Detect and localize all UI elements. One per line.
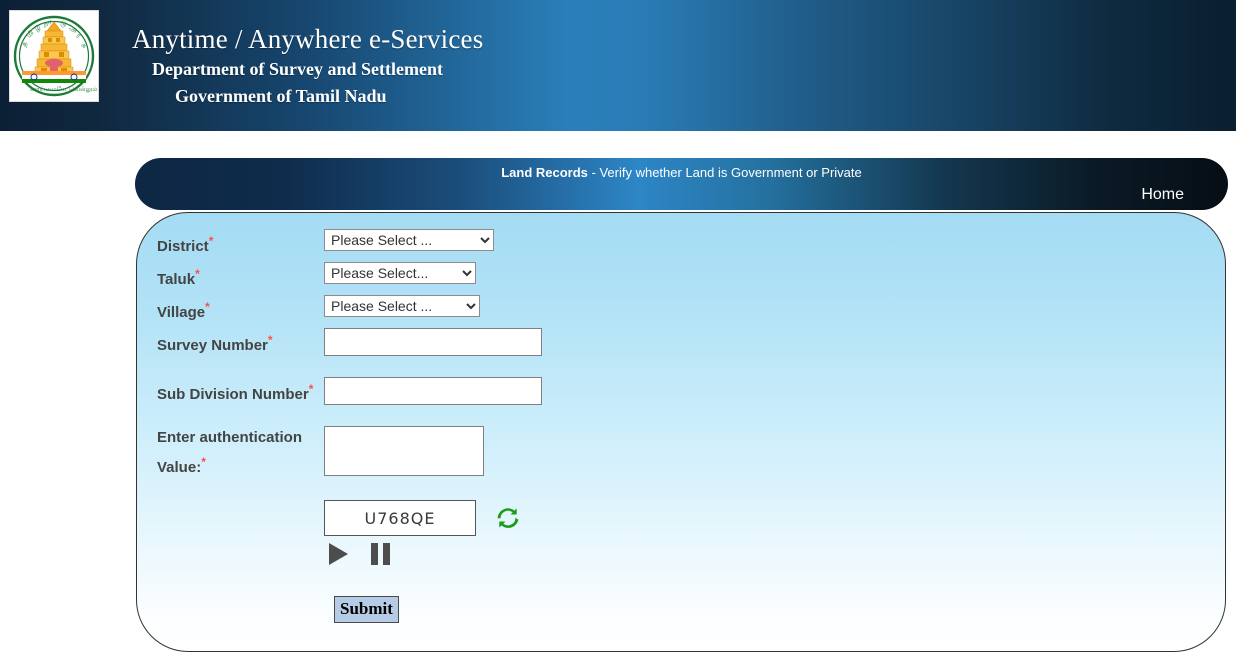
form-row-authentication: Enter authentication Value:* <box>157 425 542 481</box>
emblem-svg: த மி ழ் நா டு அ ர சு வாய்மையே வெல்லும் <box>13 15 98 97</box>
captcha-image: U768QE <box>324 500 476 536</box>
captcha-line: U768QE <box>324 500 520 536</box>
form-row-sub-division-number: Sub Division Number* <box>157 376 542 407</box>
taluk-select[interactable]: Please Select... <box>324 262 476 284</box>
label-sub-division-number-text: Sub Division Number <box>157 386 309 403</box>
svg-text:வாய்மையே வெல்லும்: வாய்மையே வெல்லும் <box>30 85 98 93</box>
required-marker-district: * <box>208 234 214 248</box>
form-row-district: District* Please Select ... <box>157 228 542 259</box>
form-row-taluk: Taluk* Please Select... <box>157 261 542 292</box>
site-subtitle-department: Department of Survey and Settlement <box>152 59 443 79</box>
tamil-nadu-emblem-icon: த மி ழ் நா டு அ ர சு வாய்மையே வெல்லும் <box>9 10 99 102</box>
control-authentication <box>324 425 484 481</box>
captcha-code: U768QE <box>364 508 436 528</box>
pause-bar-right <box>383 543 390 565</box>
control-survey-number <box>324 327 542 356</box>
label-village: Village* <box>157 294 324 325</box>
control-sub-division-number <box>324 376 542 405</box>
village-select[interactable]: Please Select ... <box>324 295 480 317</box>
required-marker-village: * <box>205 300 210 314</box>
label-district: District* <box>157 228 324 259</box>
submit-area: Submit <box>334 596 399 623</box>
required-marker-survey-number: * <box>267 333 273 347</box>
refresh-icon[interactable] <box>496 506 520 530</box>
required-marker-authentication: * <box>201 455 206 469</box>
label-district-text: District <box>157 238 209 255</box>
captcha-audio-controls <box>329 543 520 565</box>
pause-icon[interactable] <box>371 543 390 565</box>
form-row-village: Village* Please Select ... <box>157 294 542 325</box>
label-survey-number: Survey Number* <box>157 327 324 358</box>
control-district: Please Select ... <box>324 228 494 251</box>
district-select[interactable]: Please Select ... <box>324 229 494 251</box>
module-title-strong: Land Records <box>501 165 588 180</box>
survey-number-input[interactable] <box>324 328 542 356</box>
site-title: Anytime / Anywhere e-Services <box>132 24 484 54</box>
label-sub-division-number: Sub Division Number* <box>157 376 324 407</box>
label-taluk-text: Taluk <box>157 271 196 288</box>
home-link[interactable]: Home <box>1141 186 1184 204</box>
module-title-rest: - Verify whether Land is Government or P… <box>587 165 862 180</box>
page-body: Land Records - Verify whether Land is Go… <box>0 131 1236 656</box>
site-subtitle-government: Government of Tamil Nadu <box>175 86 387 106</box>
submit-button[interactable]: Submit <box>334 596 399 623</box>
label-authentication: Enter authentication Value:* <box>157 425 324 480</box>
module-title: Land Records - Verify whether Land is Go… <box>135 165 1228 180</box>
label-authentication-text: Enter authentication Value: <box>157 429 303 476</box>
label-village-text: Village <box>157 304 206 321</box>
label-survey-number-text: Survey Number <box>157 337 268 354</box>
site-header: த மி ழ் நா டு அ ர சு வாய்மையே வெல்லும் A… <box>0 0 1236 131</box>
play-icon[interactable] <box>329 543 348 565</box>
control-taluk: Please Select... <box>324 261 476 284</box>
label-taluk: Taluk* <box>157 261 324 292</box>
pause-bar-left <box>371 543 378 565</box>
control-village: Please Select ... <box>324 294 480 317</box>
required-marker-sub-division-number: * <box>308 382 314 396</box>
form-panel: District* Please Select ... Taluk* Pleas… <box>136 212 1226 652</box>
module-title-bar: Land Records - Verify whether Land is Go… <box>135 158 1228 210</box>
required-marker-taluk: * <box>195 267 200 281</box>
form-row-survey-number: Survey Number* <box>157 327 542 358</box>
land-records-form: District* Please Select ... Taluk* Pleas… <box>157 228 542 481</box>
captcha-area: U768QE <box>324 500 520 565</box>
header-text-block: Anytime / Anywhere e-Services Department… <box>120 22 880 110</box>
authentication-input[interactable] <box>324 426 484 476</box>
sub-division-number-input[interactable] <box>324 377 542 405</box>
